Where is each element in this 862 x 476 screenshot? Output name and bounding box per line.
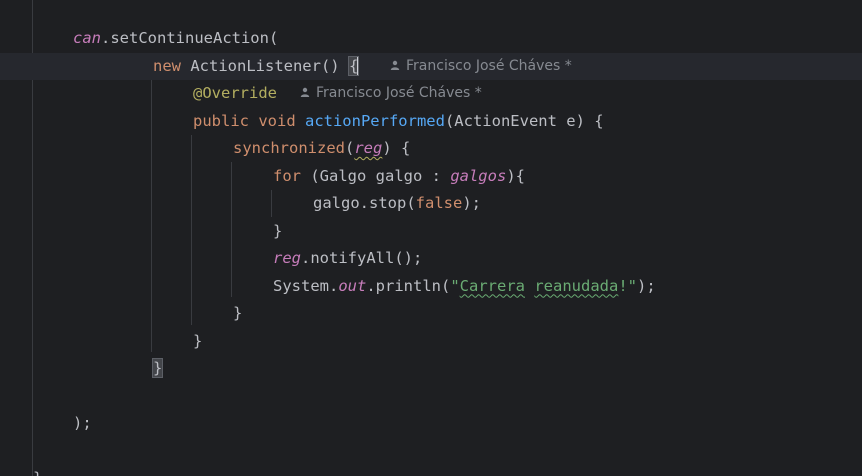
code-token: (Galgo galgo : [310,166,451,185]
code-token: " [450,276,460,295]
code-token: synchronized [233,139,345,157]
code-token: @Override [193,84,277,102]
code-token: false [415,194,463,212]
matched-brace: } [151,358,164,378]
author-name: Francisco José Cháves * [316,85,482,101]
author-inlay-hint[interactable]: Francisco José Cháves * [300,80,482,108]
code-text[interactable]: reg.notifyAll(); [273,245,422,273]
code-token: out [338,276,367,295]
code-line[interactable]: } [0,218,862,246]
code-editor[interactable]: can.setContinueAction(new ActionListener… [0,0,862,476]
code-line[interactable]: } [0,328,862,356]
code-text[interactable]: } [233,300,242,328]
code-token: for [273,166,311,185]
code-token: ); [462,194,481,212]
code-token: ); [637,276,656,295]
code-token: .println( [366,276,451,295]
code-token: } [273,221,283,240]
code-text[interactable]: galgo.stop(false); [313,190,481,218]
code-token: Carrera [459,276,525,295]
user-icon [390,60,400,70]
code-line[interactable]: @Override Francisco José Cháves * [0,80,862,108]
code-text[interactable]: System.out.println("Carrera reanudada!")… [273,273,656,301]
code-token: reanudada [534,276,619,295]
code-token: public void [193,111,305,130]
code-line[interactable]: System.out.println("Carrera reanudada!")… [0,273,862,301]
code-token: ); [73,414,92,432]
code-line[interactable]: synchronized(reg) { [0,135,862,163]
code-token: (ActionEvent e) { [444,111,604,130]
author-inlay-hint[interactable]: Francisco José Cháves * [390,53,572,81]
code-text[interactable]: new ActionListener() { [153,53,360,81]
code-line[interactable]: } [0,465,862,476]
code-text[interactable]: } [193,328,202,356]
code-token: ){ [506,166,525,185]
code-line[interactable]: public void actionPerformed(ActionEvent … [0,108,862,136]
user-icon [300,87,310,97]
code-token: reg [273,249,301,267]
code-token: !" [618,276,638,295]
code-line[interactable]: ); [0,410,862,438]
code-text[interactable]: @Override [193,80,277,108]
code-token: galgos [450,166,507,185]
text-caret [357,57,360,75]
code-token: } [33,469,42,476]
code-line[interactable]: galgo.stop(false); [0,190,862,218]
code-line[interactable] [0,383,862,411]
code-token: reg [354,139,383,157]
code-token: ( [344,139,355,157]
code-text[interactable]: public void actionPerformed(ActionEvent … [193,108,604,136]
code-token: ActionListener() [190,56,349,75]
code-line[interactable]: } [0,300,862,328]
code-token: ) { [382,139,411,157]
code-text[interactable]: for (Galgo galgo : galgos){ [273,163,525,191]
code-token: actionPerformed [304,111,445,130]
code-token: .setContinueAction( [101,29,279,47]
code-token: } [233,304,243,322]
author-name: Francisco José Cháves * [406,57,572,74]
code-token: galgo.stop( [313,194,416,212]
code-text[interactable]: synchronized(reg) { [233,135,410,163]
code-text[interactable]: can.setContinueAction( [73,25,278,53]
code-text[interactable]: ); [73,410,92,438]
code-line[interactable]: } [0,355,862,383]
code-token: new [153,56,191,75]
code-token: can [73,29,101,47]
code-line[interactable]: reg.notifyAll(); [0,245,862,273]
code-line[interactable]: can.setContinueAction( [0,25,862,53]
code-text[interactable]: } [33,465,42,476]
code-token: } [193,331,203,350]
code-text[interactable]: } [273,218,282,246]
code-token: .notifyAll(); [301,249,423,267]
code-text[interactable]: } [151,355,164,383]
code-line[interactable] [0,438,862,466]
code-token: System. [273,276,339,295]
code-line[interactable]: new ActionListener() { Francisco José Chá… [0,52,862,81]
code-line[interactable]: for (Galgo galgo : galgos){ [0,163,862,191]
